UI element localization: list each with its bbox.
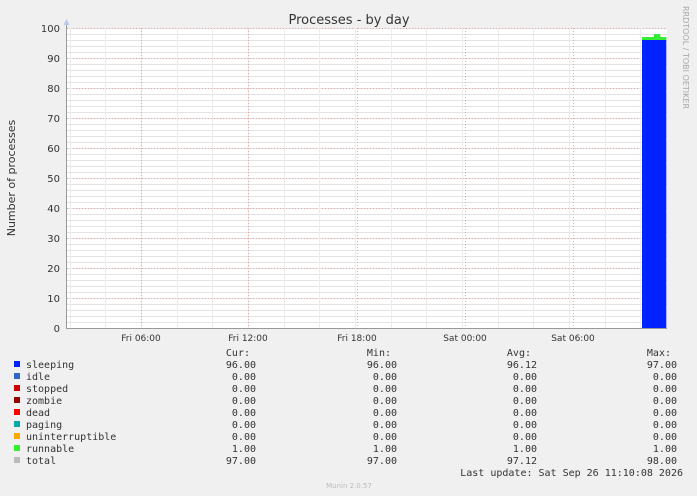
area-runnable xyxy=(642,37,649,40)
area-runnable xyxy=(654,34,661,40)
y-axis-label: Number of processes xyxy=(5,119,18,236)
legend-cur: 0.00 xyxy=(232,384,256,395)
legend-min: 0.00 xyxy=(373,384,397,395)
legend-max: 1.00 xyxy=(653,444,677,455)
legend-max: 0.00 xyxy=(653,420,677,431)
legend-name: uninterruptible xyxy=(26,432,116,443)
y-tick-label: 20 xyxy=(47,264,60,275)
legend-header: Avg: xyxy=(507,348,531,359)
legend-avg: 97.12 xyxy=(507,456,537,467)
legend-max: 0.00 xyxy=(653,432,677,443)
area-runnable xyxy=(660,37,667,40)
y-tick-label: 60 xyxy=(47,144,60,155)
legend-cur: 0.00 xyxy=(232,420,256,431)
legend-avg: 96.12 xyxy=(507,360,537,371)
y-tick-label: 30 xyxy=(47,234,60,245)
processes-chart: Processes - by day Number of processes R… xyxy=(5,6,690,490)
legend-min: 0.00 xyxy=(373,420,397,431)
x-tick-labels: Fri 06:00 Fri 12:00 Fri 18:00 Sat 00:00 Sat … xyxy=(121,334,595,344)
munin-version: Munin 2.0.57 xyxy=(326,482,372,490)
area-sleeping xyxy=(654,40,661,328)
legend-swatch-stopped xyxy=(14,385,20,391)
legend-swatch-paging xyxy=(14,421,20,427)
legend-swatch-uninterruptible xyxy=(14,433,20,439)
y-tick-label: 50 xyxy=(47,174,60,185)
y-axis-arrow xyxy=(63,19,70,25)
chart-title: Processes - by day xyxy=(288,13,409,28)
legend-min: 0.00 xyxy=(373,396,397,407)
data-areas xyxy=(642,34,667,328)
legend-name: stopped xyxy=(26,384,68,395)
legend-max: 0.00 xyxy=(653,408,677,419)
legend-header: Cur: xyxy=(226,348,250,359)
area-sleeping xyxy=(642,40,649,328)
legend-cur: 0.00 xyxy=(232,396,256,407)
y-tick-label: 80 xyxy=(47,84,60,95)
legend-cur: 0.00 xyxy=(232,372,256,383)
legend-avg: 1.00 xyxy=(513,444,537,455)
legend-cur: 96.00 xyxy=(226,360,256,371)
legend-avg: 0.00 xyxy=(513,420,537,431)
legend-name: idle xyxy=(26,372,50,383)
rrdtool-watermark: RRDTOOL / TOBI OETIKER xyxy=(681,6,690,109)
legend-name: zombie xyxy=(26,396,62,407)
legend-name: sleeping xyxy=(26,360,74,371)
legend-min: 0.00 xyxy=(373,432,397,443)
x-tick-label: Fri 18:00 xyxy=(337,334,377,344)
legend-name: total xyxy=(26,456,56,467)
legend-avg: 0.00 xyxy=(513,372,537,383)
legend-name: dead xyxy=(26,408,50,419)
y-tick-label: 40 xyxy=(47,204,60,215)
legend-max: 0.00 xyxy=(653,396,677,407)
y-tick-labels: 0 10 20 30 40 50 60 70 80 90 100 xyxy=(41,24,60,335)
legend-swatch-total xyxy=(14,457,20,463)
area-sleeping xyxy=(660,40,667,328)
area-runnable xyxy=(648,37,655,40)
legend-max: 97.00 xyxy=(647,360,677,371)
legend-cur: 0.00 xyxy=(232,408,256,419)
legend-min: 0.00 xyxy=(373,372,397,383)
legend-cur: 97.00 xyxy=(226,456,256,467)
legend-header: Max: xyxy=(647,348,671,359)
legend-max: 0.00 xyxy=(653,384,677,395)
legend-swatch-dead xyxy=(14,409,20,415)
legend-swatch-zombie xyxy=(14,397,20,403)
x-tick-label: Fri 12:00 xyxy=(228,334,268,344)
legend-min: 1.00 xyxy=(373,444,397,455)
y-tick-label: 10 xyxy=(47,294,60,305)
legend-cur: 1.00 xyxy=(232,444,256,455)
y-tick-label: 0 xyxy=(54,324,60,335)
legend-name: runnable xyxy=(26,444,74,455)
legend-table: Cur: Min: Avg: Max: sleeping 96.00 96.00 96.12 9… xyxy=(14,348,677,467)
legend-name: paging xyxy=(26,420,62,431)
legend-avg: 0.00 xyxy=(513,396,537,407)
legend-avg: 0.00 xyxy=(513,384,537,395)
legend-swatch-idle xyxy=(14,373,20,379)
legend-cur: 0.00 xyxy=(232,432,256,443)
x-tick-label: Sat 06:00 xyxy=(551,334,595,344)
y-tick-label: 100 xyxy=(41,24,60,35)
legend-avg: 0.00 xyxy=(513,432,537,443)
area-sleeping xyxy=(648,40,655,328)
legend-swatch-runnable xyxy=(14,445,20,451)
legend-min: 96.00 xyxy=(367,360,397,371)
x-tick-label: Fri 06:00 xyxy=(121,334,161,344)
legend-min: 0.00 xyxy=(373,408,397,419)
legend-avg: 0.00 xyxy=(513,408,537,419)
last-update: Last update: Sat Sep 26 11:10:08 2026 xyxy=(460,468,683,479)
y-tick-label: 70 xyxy=(47,114,60,125)
legend-swatch-sleeping xyxy=(14,361,20,367)
x-tick-label: Sat 00:00 xyxy=(443,334,487,344)
legend-min: 97.00 xyxy=(367,456,397,467)
legend-header: Min: xyxy=(367,348,391,359)
legend-max: 0.00 xyxy=(653,372,677,383)
legend-max: 98.00 xyxy=(647,456,677,467)
y-tick-label: 90 xyxy=(47,54,60,65)
